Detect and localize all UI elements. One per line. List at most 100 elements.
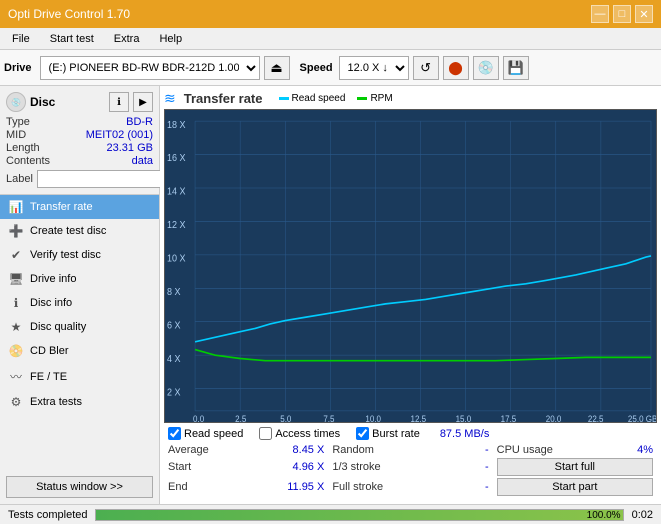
read-speed-checkbox[interactable]: Read speed [168,427,243,440]
nav-disc-info[interactable]: ℹ Disc info [0,291,159,315]
legend-rpm: RPM [357,93,392,104]
access-times-check[interactable] [259,427,272,440]
disc-icon: 💿 [6,92,26,112]
speed-select[interactable]: 12.0 X ↓ [339,56,409,80]
start-label: Start [168,461,191,473]
svg-text:25.0 GB: 25.0 GB [628,414,656,422]
menu-file[interactable]: File [4,31,38,47]
svg-text:7.5: 7.5 [323,414,334,422]
nav-create-test-disc[interactable]: ➕ Create test disc [0,219,159,243]
toolbar: Drive (E:) PIONEER BD-RW BDR-212D 1.00 ⏏… [0,50,661,86]
extra-tests-icon: ⚙ [8,395,24,409]
burst-rate-value: 87.5 MB/s [440,428,490,440]
start-part-button[interactable]: Start part [497,478,653,496]
refresh-button[interactable]: ↺ [413,56,439,80]
burst-rate-check-label: Burst rate [372,428,420,440]
svg-text:12 X: 12 X [167,220,186,232]
contents-value: data [132,155,153,167]
nav-cd-bler[interactable]: 📀 CD Bler [0,339,159,363]
read-speed-check[interactable] [168,427,181,440]
menu-extra[interactable]: Extra [106,31,148,47]
nav-transfer-rate-label: Transfer rate [30,201,93,213]
type-label: Type [6,116,30,128]
nav-fe-te[interactable]: 〰 FE / TE [0,363,159,390]
start-full-button[interactable]: Start full [497,458,653,476]
svg-text:0.0: 0.0 [193,414,204,422]
chart-svg: 18 X 16 X 14 X 12 X 10 X 8 X 6 X 4 X 2 X [165,110,656,422]
label-key: Label [6,173,33,185]
chart-area: ≋ Transfer rate Read speed RPM 18 X [160,86,661,504]
drive-info-icon: 🖥 [8,272,24,286]
svg-text:17.5: 17.5 [501,414,517,422]
legend-read-speed-label: Read speed [292,93,346,104]
cpu-label: CPU usage [497,444,553,456]
statusbar: Tests completed 100.0% 0:02 [0,504,661,524]
nav-cd-bler-label: CD Bler [30,345,69,357]
drive-select[interactable]: (E:) PIONEER BD-RW BDR-212D 1.00 [40,56,260,80]
burn-button[interactable]: ⬤ [443,56,469,80]
nav-fe-te-label: FE / TE [30,371,67,383]
disc-info-btn[interactable]: ℹ [109,92,129,112]
disc-quality-icon: ★ [8,320,24,334]
minimize-button[interactable]: — [591,5,609,23]
stroke1-label: 1/3 stroke [332,461,380,473]
svg-text:18 X: 18 X [167,119,186,131]
random-label: Random [332,444,374,456]
mid-label: MID [6,129,26,141]
nav-verify-test-disc[interactable]: ✔ Verify test disc [0,243,159,267]
nav-transfer-rate[interactable]: 📊 Transfer rate [0,195,159,219]
svg-text:10 X: 10 X [167,253,186,265]
nav-extra-tests-label: Extra tests [30,396,82,408]
checkbox-row: Read speed Access times Burst rate 87.5 … [164,427,657,440]
svg-text:8 X: 8 X [167,287,181,299]
transfer-rate-icon: 📊 [8,200,24,214]
stroke2-row: Full stroke - [332,478,488,496]
disc-button[interactable]: 💿 [473,56,499,80]
svg-text:14 X: 14 X [167,186,186,198]
start-row: Start 4.96 X [168,458,324,476]
nav-disc-quality[interactable]: ★ Disc quality [0,315,159,339]
disc-arrow-btn[interactable]: ▶ [133,92,153,112]
read-speed-dot [279,97,289,100]
main-area: 💿 Disc ℹ ▶ Type BD-R MID MEIT02 (001) Le… [0,86,661,504]
chart-legend: Read speed RPM [279,93,393,104]
close-button[interactable]: ✕ [635,5,653,23]
average-label: Average [168,444,209,456]
mid-value: MEIT02 (001) [86,129,153,141]
cd-bler-icon: 📀 [8,344,24,358]
nav-create-disc-label: Create test disc [30,225,106,237]
chart-icon: ≋ [164,90,176,107]
end-value: 11.95 X [287,481,324,493]
status-window-btn[interactable]: Status window >> [6,476,153,498]
nav-disc-info-label: Disc info [30,297,72,309]
titlebar-controls: — □ ✕ [591,5,653,23]
svg-text:6 X: 6 X [167,320,181,332]
nav-drive-info[interactable]: 🖥 Drive info [0,267,159,291]
titlebar: Opti Drive Control 1.70 — □ ✕ [0,0,661,28]
end-label: End [168,481,188,493]
burst-rate-check[interactable] [356,427,369,440]
menu-start-test[interactable]: Start test [42,31,102,47]
average-row: Average 8.45 X [168,444,324,456]
cpu-row: CPU usage 4% [497,444,653,456]
access-times-check-label: Access times [275,428,340,440]
stats-area: Read speed Access times Burst rate 87.5 … [164,423,657,500]
nav-extra-tests[interactable]: ⚙ Extra tests [0,390,159,414]
label-input[interactable] [37,170,175,188]
maximize-button[interactable]: □ [613,5,631,23]
create-disc-icon: ➕ [8,224,24,238]
length-value: 23.31 GB [107,142,153,154]
rpm-dot [357,97,367,100]
end-row: End 11.95 X [168,478,324,496]
burst-rate-checkbox[interactable]: Burst rate [356,427,420,440]
stats-grid: Average 8.45 X Random - CPU usage 4% Sta… [164,444,657,496]
menu-help[interactable]: Help [151,31,190,47]
chart-container: 18 X 16 X 14 X 12 X 10 X 8 X 6 X 4 X 2 X [164,109,657,423]
eject-button[interactable]: ⏏ [264,56,290,80]
titlebar-title: Opti Drive Control 1.70 [8,7,130,21]
svg-text:15.0: 15.0 [456,414,472,422]
status-text: Tests completed [8,509,87,521]
speed-label: Speed [300,62,333,74]
access-times-checkbox[interactable]: Access times [259,427,340,440]
save-button[interactable]: 💾 [503,56,529,80]
